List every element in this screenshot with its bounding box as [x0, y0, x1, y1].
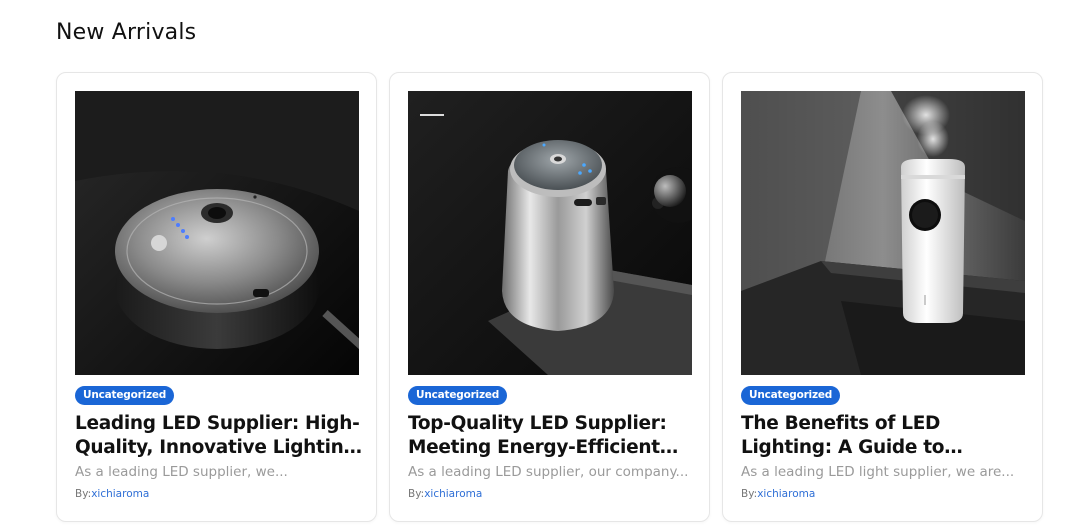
by-label: By:	[75, 488, 92, 500]
post-card[interactable]: Uncategorized The Benefits of LED Lighti…	[722, 72, 1043, 522]
post-excerpt: As a leading LED supplier, we...	[75, 464, 288, 480]
author-link[interactable]: xichiaroma	[424, 488, 482, 500]
section-title: New Arrivals	[56, 20, 197, 45]
post-title[interactable]: The Benefits of LED Lighting: A Guide to…	[741, 412, 1033, 460]
post-card[interactable]: Uncategorized Leading LED Supplier: High…	[56, 72, 377, 522]
category-badge[interactable]: Uncategorized	[741, 386, 841, 405]
post-excerpt: As a leading LED light supplier, we are.…	[741, 464, 1015, 480]
post-title[interactable]: Top-Quality LED Supplier: Meeting Energy…	[408, 412, 700, 460]
by-label: By:	[741, 488, 758, 500]
post-thumbnail[interactable]	[75, 91, 359, 375]
post-thumbnail[interactable]	[741, 91, 1025, 375]
post-excerpt: As a leading LED supplier, our company..…	[408, 464, 689, 480]
author-link[interactable]: xichiaroma	[757, 488, 815, 500]
led-diffuser-image	[75, 91, 359, 375]
category-badge[interactable]: Uncategorized	[75, 386, 175, 405]
post-card[interactable]: Uncategorized Top-Quality LED Supplier: …	[389, 72, 710, 522]
author-link[interactable]: xichiaroma	[91, 488, 149, 500]
category-badge[interactable]: Uncategorized	[408, 386, 508, 405]
post-title[interactable]: Leading LED Supplier: High-Quality, Inno…	[75, 412, 367, 460]
post-byline: By:xichiaroma	[741, 487, 815, 501]
post-thumbnail[interactable]	[408, 91, 692, 375]
silver-diffuser-image	[408, 91, 692, 375]
post-byline: By:xichiaroma	[75, 487, 149, 501]
by-label: By:	[408, 488, 425, 500]
humidifier-image	[741, 91, 1025, 375]
post-grid: Uncategorized Leading LED Supplier: High…	[56, 72, 1044, 522]
post-byline: By:xichiaroma	[408, 487, 482, 501]
